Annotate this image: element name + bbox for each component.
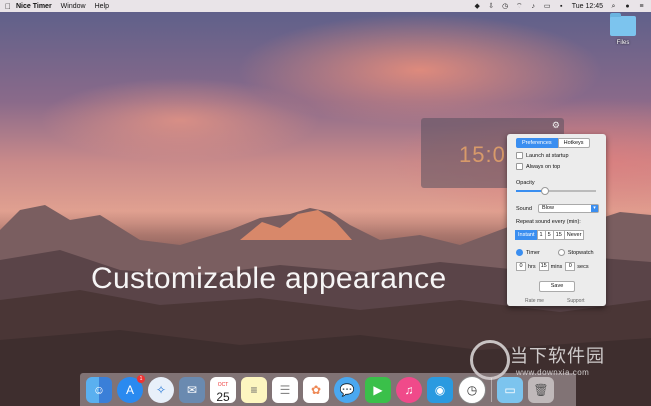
- always-on-top-label: Always on top: [526, 163, 561, 170]
- calendar-month: OCT: [217, 381, 229, 388]
- calendar-day: 25: [216, 389, 230, 404]
- dock-separator: [491, 377, 492, 402]
- tab-preferences[interactable]: Preferences: [516, 138, 558, 148]
- repeat-options: Instant 1 5 15 Never: [515, 230, 585, 240]
- folder-icon: [610, 13, 636, 36]
- chevron-down-icon: ▾: [591, 205, 598, 212]
- timer-icon[interactable]: ◷: [502, 3, 509, 10]
- menu-app-name[interactable]: Nice Timer: [16, 3, 52, 10]
- notes-icon[interactable]: ≡: [241, 376, 267, 403]
- launch-startup-row[interactable]: Launch at startup: [516, 152, 569, 159]
- mail-icon[interactable]: ✉: [179, 376, 205, 403]
- launch-startup-checkbox[interactable]: [516, 152, 523, 159]
- timer-radio-label: Timer: [526, 249, 540, 256]
- support-link[interactable]: Support: [567, 298, 585, 304]
- apple-icon[interactable]: : [0, 2, 16, 11]
- minutes-field[interactable]: 15: [538, 262, 549, 271]
- reminders-icon[interactable]: ☰: [272, 376, 298, 403]
- app-store-badge: 1: [137, 374, 145, 383]
- seconds-field[interactable]: 0: [565, 262, 576, 271]
- itunes-icon[interactable]: ♫: [396, 376, 422, 403]
- battery-icon[interactable]: ▭: [544, 3, 551, 10]
- always-on-top-row[interactable]: Always on top: [516, 163, 560, 170]
- always-on-top-checkbox[interactable]: [516, 163, 523, 170]
- hours-field[interactable]: 0: [516, 262, 526, 271]
- desktop-folder-label: Files: [616, 40, 630, 46]
- rate-me-link[interactable]: Rate me: [525, 298, 544, 304]
- stopwatch-radio-label: Stopwatch: [567, 249, 594, 256]
- flag-icon[interactable]: ▪: [558, 3, 565, 10]
- photos-icon[interactable]: ✿: [303, 376, 329, 403]
- opacity-label: Opacity: [516, 180, 535, 186]
- calendar-icon[interactable]: OCT 25: [210, 376, 236, 404]
- feature-caption: Customizable appearance: [91, 262, 447, 295]
- repeat-option-never[interactable]: Never: [563, 230, 585, 240]
- volume-icon[interactable]: ♪: [530, 3, 537, 10]
- desktop-folder-files[interactable]: Files: [608, 13, 638, 54]
- sound-value: Blow: [542, 205, 554, 211]
- mode-row: Timer Stopwatch: [516, 249, 594, 256]
- folder-icon[interactable]: ▭: [497, 376, 523, 403]
- stopwatch-radio[interactable]: [557, 249, 565, 256]
- clock-icon[interactable]: ◷: [458, 375, 486, 404]
- messages-icon[interactable]: 💬: [334, 376, 360, 403]
- sound-select[interactable]: Blow ▾: [538, 204, 599, 213]
- opacity-slider-track[interactable]: [516, 187, 596, 195]
- timer-radio[interactable]: [516, 249, 523, 256]
- safari-icon[interactable]: ✧: [148, 376, 174, 403]
- repeat-option-instant[interactable]: Instant: [515, 230, 538, 240]
- hours-label: hrs: [528, 263, 536, 270]
- spotlight-icon[interactable]: ⌕: [610, 3, 617, 10]
- watermark-line1: 当下软件园: [510, 346, 605, 366]
- menu-bar:  Nice Timer Window Help ◆ ⇩ ◷ ⌔ ♪ ▭ ▪ T…: [0, 0, 651, 12]
- sound-label: Sound: [516, 205, 532, 212]
- duration-row: 0 hrs 15 mins 0 secs: [516, 262, 589, 271]
- finder-icon[interactable]: ☺: [86, 376, 112, 403]
- timer-display: 15:0: [459, 142, 506, 167]
- preferences-popover: Preferences Hotkeys Launch at startup Al…: [507, 134, 606, 306]
- sound-row: Sound Blow ▾: [516, 204, 599, 213]
- dropbox-icon[interactable]: ◆: [474, 3, 481, 10]
- opacity-slider-fill: [516, 190, 544, 192]
- siri-icon[interactable]: ●: [624, 3, 631, 10]
- menu-clock[interactable]: Tue 12:45: [572, 3, 603, 10]
- tab-hotkeys[interactable]: Hotkeys: [557, 138, 590, 148]
- seconds-label: secs: [577, 263, 589, 270]
- dock: ☺ A1 ✧ ✉ OCT 25 ≡ ☰ ✿ 💬 ▶ ♫ ◉ ◷ ▭ 🗑: [80, 373, 576, 406]
- prefs-tabs: Preferences Hotkeys: [516, 138, 590, 148]
- app-store-icon[interactable]: A1: [117, 374, 145, 403]
- repeat-label: Repeat sound every (min):: [516, 219, 581, 225]
- wifi-icon[interactable]: ⌔: [516, 3, 523, 10]
- notification-center-icon[interactable]: ≡: [638, 3, 645, 10]
- trash-icon[interactable]: 🗑: [528, 376, 554, 403]
- save-button[interactable]: Save: [539, 281, 575, 292]
- gear-icon[interactable]: ⚙: [552, 120, 560, 131]
- minutes-label: mins: [550, 263, 563, 270]
- facetime-icon[interactable]: ▶: [365, 376, 391, 403]
- menu-help[interactable]: Help: [95, 3, 109, 10]
- tweetbot-icon[interactable]: ◉: [427, 376, 453, 403]
- download-icon[interactable]: ⇩: [488, 3, 495, 10]
- menu-window[interactable]: Window: [61, 3, 86, 10]
- opacity-slider-knob[interactable]: [541, 187, 549, 195]
- launch-startup-label: Launch at startup: [526, 152, 569, 159]
